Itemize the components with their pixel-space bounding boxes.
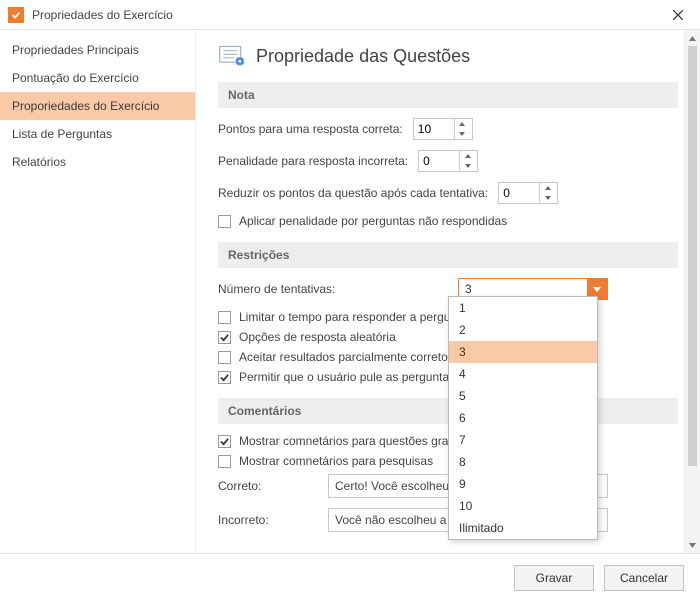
- attempts-option[interactable]: 3: [449, 341, 597, 363]
- random-options-checkbox[interactable]: [218, 331, 231, 344]
- allow-skip-label: Permitir que o usuário pule as perguntas…: [239, 370, 482, 384]
- apply-penalty-unanswered-checkbox[interactable]: [218, 215, 231, 228]
- sidebar-item-question-list[interactable]: Lista de Perguntas: [0, 120, 195, 148]
- sidebar-item-scoring[interactable]: Pontuação do Exercício: [0, 64, 195, 92]
- points-correct-input[interactable]: [413, 118, 473, 140]
- penalty-incorrect-spin-down[interactable]: [460, 161, 475, 171]
- penalty-incorrect-label: Penalidade para resposta incorreta:: [218, 154, 408, 168]
- scroll-up-arrow[interactable]: [685, 30, 700, 46]
- reduce-after-spin-up[interactable]: [540, 183, 555, 193]
- apply-penalty-unanswered-label: Aplicar penalidade por perguntas não res…: [239, 214, 507, 228]
- section-head-nota: Nota: [218, 82, 678, 108]
- attempts-option[interactable]: 2: [449, 319, 597, 341]
- sidebar-item-reports[interactable]: Relatórios: [0, 148, 195, 176]
- save-button[interactable]: Gravar: [514, 565, 594, 591]
- attempts-option[interactable]: 4: [449, 363, 597, 385]
- reduce-after-spin-down[interactable]: [540, 193, 555, 203]
- scroll-track[interactable]: [685, 46, 700, 537]
- attempts-option[interactable]: 7: [449, 429, 597, 451]
- section-head-restricoes: Restrições: [218, 242, 678, 268]
- attempts-dropdown[interactable]: 12345678910Ilimitado: [448, 296, 598, 540]
- reduce-after-attempt-field[interactable]: [499, 183, 539, 203]
- window-title: Propriedades do Exercício: [32, 8, 664, 22]
- attempts-option[interactable]: 6: [449, 407, 597, 429]
- points-correct-field[interactable]: [414, 119, 454, 139]
- random-options-label: Opções de resposta aleatória: [239, 330, 396, 344]
- close-button[interactable]: [664, 1, 692, 29]
- page-title: Propriedade das Questões: [256, 46, 470, 67]
- title-bar: Propriedades do Exercício: [0, 0, 700, 30]
- penalty-incorrect-field[interactable]: [419, 151, 459, 171]
- limit-time-label: Limitar o tempo para responder a pergunt…: [239, 310, 470, 324]
- sidebar-item-main-props[interactable]: Propriedades Principais: [0, 36, 195, 64]
- section-nota: Nota Pontos para uma resposta correta: P…: [218, 82, 678, 228]
- reduce-after-attempt-input[interactable]: [498, 182, 558, 204]
- show-graded-checkbox[interactable]: [218, 435, 231, 448]
- penalty-incorrect-spin-up[interactable]: [460, 151, 475, 161]
- reduce-after-attempt-label: Reduzir os pontos da questão após cada t…: [218, 186, 488, 200]
- points-correct-spin-up[interactable]: [455, 119, 470, 129]
- sidebar-item-exercise-props[interactable]: Proporiedades do Exercício: [0, 92, 195, 120]
- cancel-button[interactable]: Cancelar: [604, 565, 684, 591]
- points-correct-label: Pontos para uma resposta correta:: [218, 122, 403, 136]
- show-surveys-label: Mostrar comnetários para pesquisas: [239, 454, 433, 468]
- show-graded-label: Mostrar comnetários para questões gradua…: [239, 434, 482, 448]
- limit-time-checkbox[interactable]: [218, 311, 231, 324]
- main-panel: Propriedade das Questões Nota Pontos par…: [196, 30, 700, 553]
- app-icon: [8, 7, 24, 23]
- attempts-option[interactable]: 10: [449, 495, 597, 517]
- attempts-option[interactable]: 1: [449, 297, 597, 319]
- attempts-selected-value: 3: [459, 282, 587, 296]
- attempts-option[interactable]: Ilimitado: [449, 517, 597, 539]
- scroll-thumb[interactable]: [688, 46, 697, 466]
- points-correct-spin-down[interactable]: [455, 129, 470, 139]
- question-props-icon: [218, 44, 246, 68]
- vertical-scrollbar[interactable]: [684, 30, 700, 553]
- allow-skip-checkbox[interactable]: [218, 371, 231, 384]
- sidebar: Propriedades Principais Pontuação do Exe…: [0, 30, 196, 553]
- show-surveys-checkbox[interactable]: [218, 455, 231, 468]
- penalty-incorrect-input[interactable]: [418, 150, 478, 172]
- attempts-option[interactable]: 9: [449, 473, 597, 495]
- accept-partial-checkbox[interactable]: [218, 351, 231, 364]
- attempts-label: Número de tentativas:: [218, 282, 448, 296]
- incorrect-label: Incorreto:: [218, 513, 318, 527]
- accept-partial-label: Aceitar resultados parcialmente corretos: [239, 350, 454, 364]
- attempts-option[interactable]: 5: [449, 385, 597, 407]
- scroll-down-arrow[interactable]: [685, 537, 700, 553]
- footer: Gravar Cancelar: [0, 553, 700, 601]
- correct-label: Correto:: [218, 479, 318, 493]
- attempts-option[interactable]: 8: [449, 451, 597, 473]
